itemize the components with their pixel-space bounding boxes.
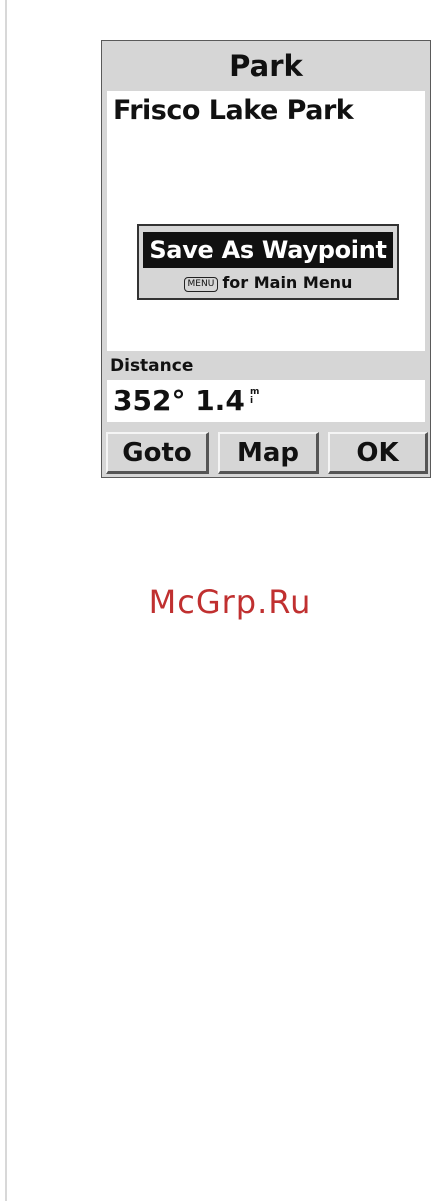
main-menu-hint: MENU for Main Menu [139,272,397,294]
distance-label: Distance [110,356,194,376]
save-as-waypoint-option[interactable]: Save As Waypoint [143,232,393,268]
watermark: McGrp.Ru [148,583,312,621]
distance-unit: mi [250,388,259,406]
screen-title: Park [229,49,303,83]
gps-screen: Park Frisco Lake Park Save As Waypoint M… [101,40,431,478]
place-name: Frisco Lake Park [113,95,354,126]
goto-button[interactable]: Goto [106,432,209,474]
distance-field: 352° 1.4 mi [107,380,425,422]
ok-button[interactable]: OK [328,432,428,474]
distance-value: 352° 1.4 [113,384,245,417]
distance-unit-text: mi [250,387,260,406]
map-button[interactable]: Map [218,432,319,474]
options-popup: Save As Waypoint MENU for Main Menu [137,224,399,300]
main-menu-hint-text: for Main Menu [222,273,353,292]
place-detail-panel: Frisco Lake Park Save As Waypoint MENU fo… [107,91,425,351]
menu-key-icon: MENU [183,277,219,292]
